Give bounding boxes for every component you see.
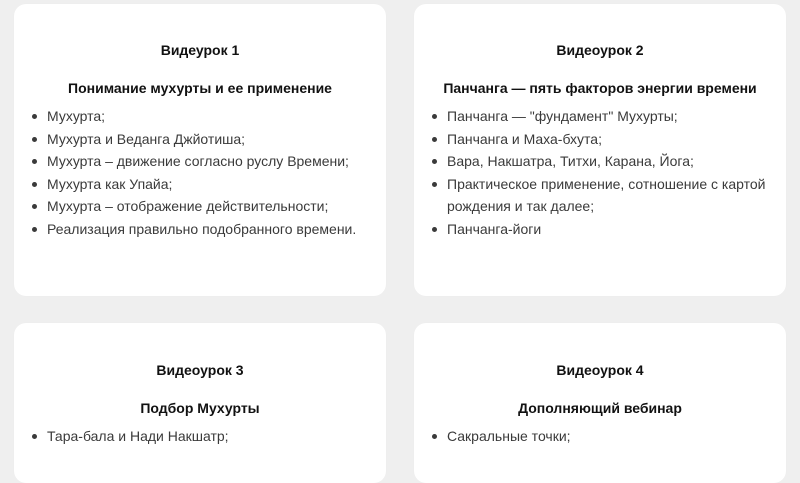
list-item-text: Мухурта; bbox=[47, 108, 106, 124]
list-item-text: Сакральные точки; bbox=[447, 428, 571, 444]
bullet-icon bbox=[432, 136, 437, 142]
bullet-icon bbox=[32, 204, 37, 209]
list-item-text: Реализация правильно подобранного времен… bbox=[47, 220, 357, 237]
lesson-subtitle: Подбор Мухурты bbox=[140, 400, 260, 416]
lesson-title: Видеоурок 4 bbox=[556, 362, 644, 378]
bullet-icon bbox=[32, 136, 37, 142]
lesson-topics-list: Мухурта; Мухурта и Веданга Джйотиша; Мух… bbox=[14, 105, 370, 240]
lesson-card-4: Видеоурок 4 Дополняющий вебинар Сакральн… bbox=[414, 323, 786, 483]
bullet-icon bbox=[32, 226, 37, 232]
lesson-title: Видеоурок 2 bbox=[556, 42, 644, 58]
list-item-text: Панчанга — "фундамент" Мухурты; bbox=[447, 108, 678, 124]
bullet-icon bbox=[32, 159, 37, 164]
bullet-icon bbox=[432, 159, 437, 164]
list-item-text: Мухурта – движение согласно руслу Времен… bbox=[47, 153, 349, 169]
lesson-card-3: Видеоурок 3 Подбор Мухурты Тара-бала и Н… bbox=[14, 323, 386, 483]
list-item: Вара, Накшатра, Титхи, Карана, Йога; bbox=[432, 150, 770, 173]
list-item-text: Панчанга-йоги bbox=[447, 220, 542, 237]
list-item: Мухурта – отображение действительности; bbox=[32, 195, 370, 218]
list-item-text: Мухурта как Упайа; bbox=[47, 175, 173, 192]
list-item-text: Вара, Накшатра, Титхи, Карана, Йога; bbox=[447, 153, 694, 169]
bullet-icon bbox=[432, 434, 437, 439]
list-item: Мухурта и Веданга Джйотиша; bbox=[32, 128, 370, 151]
lesson-title: Видеоурок 3 bbox=[156, 362, 244, 378]
list-item-text: Мухурта и Веданга Джйотиша; bbox=[47, 130, 246, 147]
list-item: Тара-бала и Нади Накшатр; bbox=[32, 425, 370, 448]
list-item-text: Тара-бала и Нади Накшатр; bbox=[47, 428, 229, 444]
list-item: Панчанга — "фундамент" Мухурты; bbox=[432, 105, 770, 128]
lesson-subtitle: Понимание мухурты и ее применение bbox=[68, 80, 332, 96]
bullet-icon bbox=[432, 226, 437, 232]
lesson-subtitle: Панчанга — пять факторов энергии времени bbox=[443, 80, 757, 96]
list-item: Практическое применение, сотношение с ка… bbox=[432, 173, 770, 218]
bullet-icon bbox=[432, 114, 437, 119]
list-item-text: Мухурта – отображение действительности; bbox=[47, 198, 329, 214]
bullet-icon bbox=[32, 434, 37, 439]
bullet-icon bbox=[432, 181, 437, 187]
list-item: Сакральные точки; bbox=[432, 425, 770, 448]
lesson-topics-list: Панчанга — "фундамент" Мухурты; Панчанга… bbox=[414, 105, 770, 240]
list-item: Панчанга и Маха-бхута; bbox=[432, 128, 770, 151]
bullet-icon bbox=[32, 114, 37, 119]
list-item-text: Панчанга и Маха-бхута; bbox=[447, 130, 602, 147]
lesson-title: Видеурок 1 bbox=[160, 42, 240, 58]
list-item: Мухурта – движение согласно руслу Времен… bbox=[32, 150, 370, 173]
lesson-topics-list: Сакральные точки; bbox=[414, 425, 770, 448]
lesson-card-1: Видеурок 1 Понимание мухурты и ее примен… bbox=[14, 4, 386, 296]
list-item: Панчанга-йоги bbox=[432, 218, 770, 241]
bullet-icon bbox=[32, 181, 37, 187]
list-item: Реализация правильно подобранного времен… bbox=[32, 218, 370, 241]
lesson-topics-list: Тара-бала и Нади Накшатр; bbox=[14, 425, 370, 448]
list-item-text: Практическое применение, сотношение с ка… bbox=[447, 175, 766, 215]
list-item: Мухурта; bbox=[32, 105, 370, 128]
list-item: Мухурта как Упайа; bbox=[32, 173, 370, 196]
lesson-card-2: Видеоурок 2 Панчанга — пять факторов эне… bbox=[414, 4, 786, 296]
lesson-subtitle: Дополняющий вебинар bbox=[518, 400, 682, 416]
